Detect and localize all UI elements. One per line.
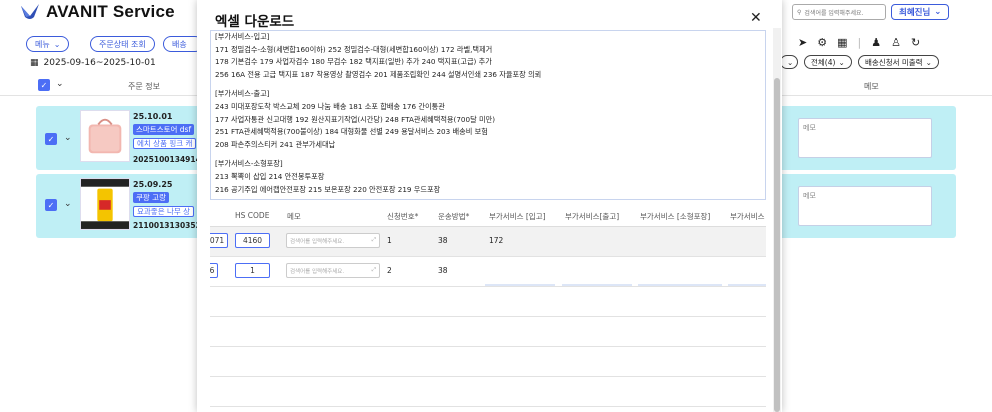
table-row <box>210 377 766 407</box>
service-section: [부가서비스-소형포장] 213 뽁뽁이 삽입 214 안전봉투포장 216 공… <box>215 158 761 196</box>
table-row <box>210 287 766 317</box>
modal-title: 엑셀 다운로드 <box>215 14 295 30</box>
memo-input[interactable]: 검색어를 입력해주세요. ⤢ <box>286 263 380 278</box>
memo-placeholder: 검색어를 입력해주세요. <box>290 268 345 275</box>
col-header: 부가서비스 <box>730 212 765 221</box>
hs-code-input[interactable]: 4160 <box>235 233 270 248</box>
request-number[interactable]: 2 <box>387 266 392 275</box>
col-header: 메모 <box>287 212 301 221</box>
col-header: 신청번호* <box>387 212 419 221</box>
expand-icon: ⤢ <box>371 267 376 273</box>
expand-icon: ⤢ <box>371 237 376 243</box>
memo-placeholder: 검색어를 입력해주세요. <box>290 238 345 245</box>
cell-underline <box>562 284 632 286</box>
prev-column-input[interactable]: 6 <box>210 263 218 278</box>
service-code-info: [부가서비스-입고] 171 정밀검수-소형(세변합160이하) 252 정밀검… <box>210 30 766 200</box>
service-line: 243 미대포장도착 박스교체 209 나눔 배송 181 소포 합배송 176… <box>215 101 445 111</box>
section-heading: [부가서비스-입고] <box>215 32 270 41</box>
service-line: 256 16A 전용 고급 택지표 187 착용영상 촬영검수 201 제품조립… <box>215 69 542 79</box>
service-line: 178 기본검수 179 사업자검수 180 무검수 182 택지표(일반) 추… <box>215 57 492 67</box>
table-row <box>210 317 766 347</box>
modal-scrollbar[interactable] <box>773 28 781 412</box>
hs-code-input[interactable]: 1 <box>235 263 270 278</box>
excel-download-modal: 엑셀 다운로드 ✕ [부가서비스-입고] 171 정밀검수-소형(세변합160이… <box>197 0 782 412</box>
cell-underline <box>485 284 555 286</box>
service-line: 213 뽁뽁이 삽입 214 안전봉투포장 <box>215 171 325 181</box>
section-heading: [부가서비스-소형포장] <box>215 159 283 169</box>
inbound-service[interactable]: 172 <box>489 236 503 245</box>
shipping-method[interactable]: 38 <box>438 266 448 275</box>
col-header: 운송방법* <box>438 212 470 221</box>
service-section: [부가서비스-입고] 171 정밀검수-소형(세변합160이하) 252 정밀검… <box>215 31 761 81</box>
cell-underline <box>728 284 766 286</box>
section-heading: [부가서비스-출고] <box>215 89 270 99</box>
service-line: 171 정밀검수-소형(세변합160이하) 252 정밀검수-대형(세변합160… <box>215 44 493 54</box>
scrollbar-thumb[interactable] <box>774 78 780 412</box>
prev-column-input[interactable]: 071 <box>210 233 228 248</box>
table-row: 6 1 검색어를 입력해주세요. ⤢ 2 38 <box>210 257 766 287</box>
service-line: 208 파손주의스티커 241 관부가세대납 <box>215 139 336 149</box>
col-header: HS CODE <box>235 211 270 220</box>
service-section: [부가서비스-출고] 243 미대포장도착 박스교체 209 나눔 배송 181… <box>215 88 761 151</box>
table-header: HS CODE 메모 신청번호* 운송방법* 부가서비스 [입고] 부가서비스[… <box>210 205 766 227</box>
request-number[interactable]: 1 <box>387 236 392 245</box>
col-header: 부가서비스 [입고] <box>489 212 546 221</box>
col-header: 부가서비스[출고] <box>565 212 620 221</box>
shipping-method[interactable]: 38 <box>438 236 448 245</box>
service-line: 251 FTA관세혜택적용(700불이상) 184 대형화물 선별 249 용달… <box>215 127 488 137</box>
memo-input[interactable]: 검색어를 입력해주세요. ⤢ <box>286 233 380 248</box>
table-row: 071 4160 검색어를 입력해주세요. ⤢ 1 38 172 <box>210 227 766 257</box>
excel-table: HS CODE 메모 신청번호* 운송방법* 부가서비스 [입고] 부가서비스[… <box>210 205 766 412</box>
col-header: 부가서비스 [소형포장] <box>640 212 711 221</box>
service-line: 177 사업자통관 신고대행 192 원산지표기작업(시간당) 248 FTA관… <box>215 114 495 124</box>
close-icon[interactable]: ✕ <box>750 10 762 26</box>
cell-underline <box>638 284 722 286</box>
service-line: 216 공기주입 에어캡안전포장 215 보온포장 220 안전포장 219 우… <box>215 184 441 194</box>
table-row <box>210 347 766 377</box>
